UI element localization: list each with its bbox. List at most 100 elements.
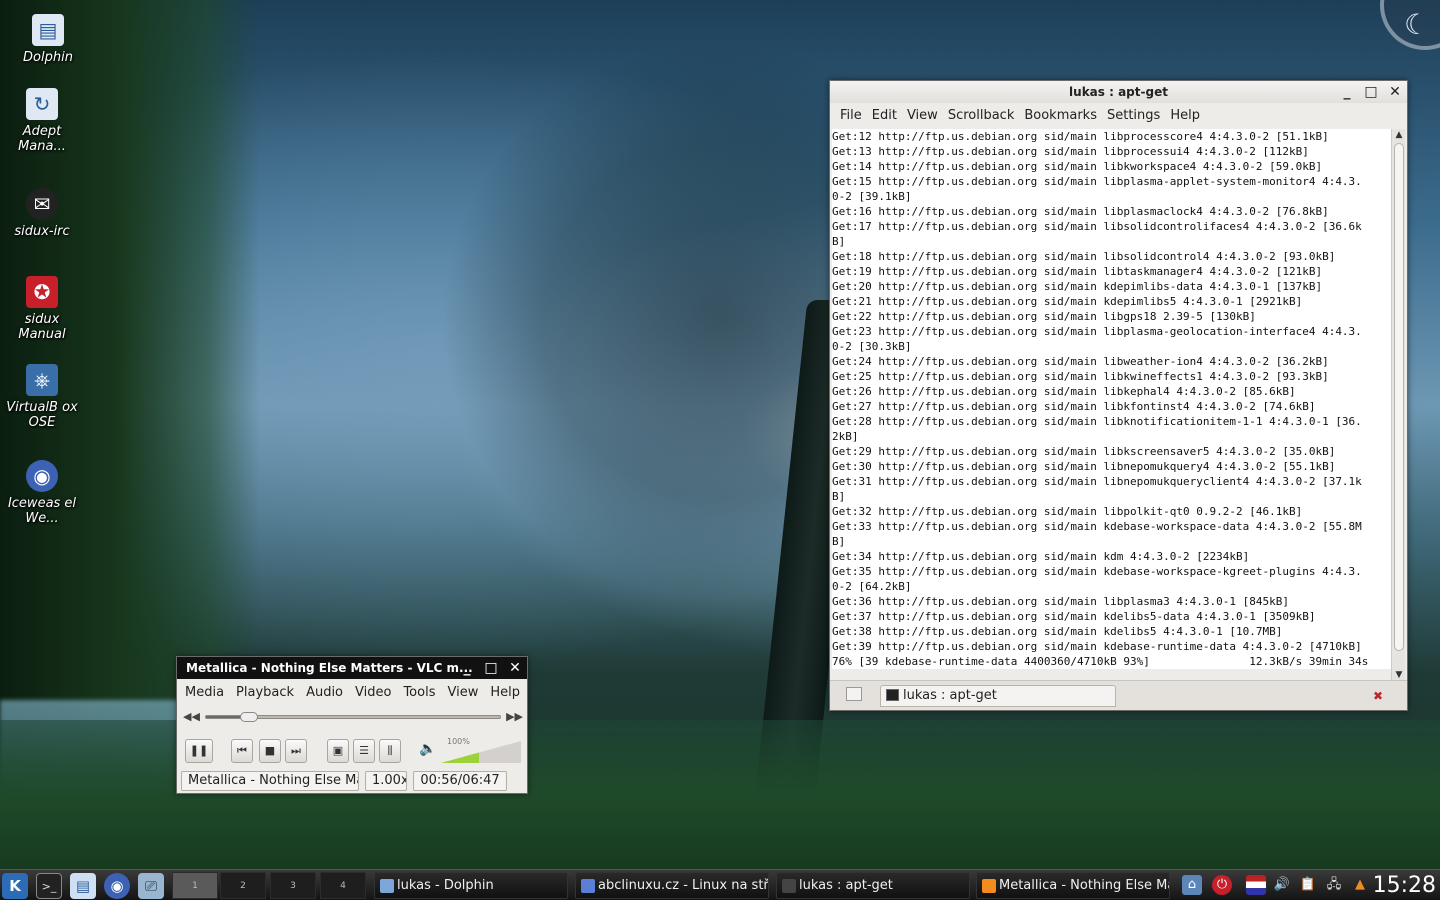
terminal-window[interactable]: lukas : apt-get _ □ ✕ File Edit View Scr… [829, 80, 1408, 711]
minimize-button[interactable]: _ [1339, 83, 1355, 101]
menu-bookmarks[interactable]: Bookmarks [1022, 108, 1105, 123]
menu-scrollback[interactable]: Scrollback [946, 108, 1023, 123]
seek-bar[interactable]: ◀◀ ▶▶ [183, 709, 523, 725]
plasma-toolbox-icon[interactable]: ☾ [1380, 0, 1440, 50]
pager-desktop-3[interactable]: 3 [270, 872, 316, 899]
browser-icon [581, 879, 595, 893]
next-button[interactable]: ⏭ [285, 739, 307, 763]
maximize-button[interactable]: □ [483, 659, 499, 677]
menu-video[interactable]: Video [355, 685, 391, 700]
task-label: abclinuxu.cz - Linux na stří [598, 878, 769, 893]
fullscreen-button[interactable]: ▣ [327, 739, 349, 763]
menu-tools[interactable]: Tools [403, 685, 435, 700]
terminal-titlebar[interactable]: lukas : apt-get _ □ ✕ [830, 81, 1407, 103]
virtualbox-icon: ⎈ [26, 364, 58, 396]
volume-icon[interactable]: 🔊 [1272, 875, 1292, 895]
terminal-line: Get:28 http://ftp.us.debian.org sid/main… [832, 415, 1362, 428]
terminal-line: B] [832, 535, 846, 548]
terminal-output[interactable]: Get:12 http://ftp.us.debian.org sid/main… [832, 129, 1392, 669]
adept-icon: ↻ [26, 88, 58, 120]
previous-button[interactable]: ⏮ [231, 739, 253, 763]
terminal-line: Get:33 http://ftp.us.debian.org sid/main… [832, 520, 1362, 533]
terminal-line: Get:18 http://ftp.us.debian.org sid/main… [832, 250, 1336, 263]
network-launcher-icon[interactable]: ⎚ [138, 873, 164, 899]
menu-view[interactable]: View [447, 685, 478, 700]
network-icon[interactable]: 🖧 [1324, 875, 1344, 895]
terminal-icon [782, 879, 796, 893]
terminal-scrollbar[interactable]: ▲ ▼ [1391, 129, 1405, 681]
logout-icon[interactable]: ⏻ [1212, 875, 1232, 895]
task-terminal[interactable]: lukas : apt-get [776, 872, 970, 899]
lock-screen-icon[interactable]: ⌂ [1182, 875, 1202, 895]
clock[interactable]: 15:28 [1373, 870, 1436, 900]
extended-settings-button[interactable]: ⫼ [379, 739, 401, 763]
new-tab-icon[interactable] [846, 687, 862, 701]
task-browser[interactable]: abclinuxu.cz - Linux na stří [575, 872, 769, 899]
terminal-line: Get:17 http://ftp.us.debian.org sid/main… [832, 220, 1362, 233]
desktop-icon-label: Adept Mana... [18, 124, 66, 154]
terminal-line: Get:34 http://ftp.us.debian.org sid/main… [832, 550, 1250, 563]
pager-desktop-1[interactable]: 1 [172, 872, 218, 899]
menu-edit[interactable]: Edit [870, 108, 905, 123]
playlist-button[interactable]: ☰ [353, 739, 375, 763]
terminal-line: B] [832, 490, 846, 503]
task-vlc[interactable]: Metallica - Nothing Else Ma [976, 872, 1170, 899]
kde-menu-icon[interactable]: K [2, 873, 28, 899]
vlc-window[interactable]: Metallica - Nothing Else Matters - VLC m… [176, 656, 528, 794]
scroll-up-icon[interactable]: ▲ [1393, 129, 1405, 141]
stop-button[interactable]: ■ [259, 739, 281, 763]
pause-button[interactable]: ❚❚ [185, 739, 213, 763]
pager-desktop-2[interactable]: 2 [220, 872, 266, 899]
desktop-icon-virtualbox[interactable]: ⎈ VirtualB ox OSE [6, 364, 78, 430]
terminal-line: Get:32 http://ftp.us.debian.org sid/main… [832, 505, 1303, 518]
menu-view[interactable]: View [905, 108, 946, 123]
terminal-menubar: File Edit View Scrollback Bookmarks Sett… [830, 103, 1407, 127]
scrollbar-thumb[interactable] [1394, 143, 1404, 651]
desktop-icon-sidux-manual[interactable]: ✪ sidux Manual [6, 276, 78, 342]
playback-speed[interactable]: 1.00x [365, 771, 407, 791]
faster-icon[interactable]: ▶▶ [506, 710, 523, 723]
dolphin-icon: ▤ [32, 14, 64, 46]
maximize-button[interactable]: □ [1363, 83, 1379, 101]
menu-help[interactable]: Help [490, 685, 520, 700]
desktop-icon-iceweasel[interactable]: ◉ Iceweas el We... [6, 460, 78, 526]
terminal-line: Get:35 http://ftp.us.debian.org sid/main… [832, 565, 1362, 578]
close-button[interactable]: ✕ [1387, 83, 1403, 101]
browser-launcher-icon[interactable]: ◉ [104, 873, 130, 899]
desktop-icon-label: sidux-irc [14, 224, 70, 239]
desktop-icon-sidux-irc[interactable]: ✉ sidux-irc [6, 188, 78, 239]
minimize-button[interactable]: _ [459, 659, 475, 677]
desktop-icon-dolphin[interactable]: ▤ Dolphin [12, 14, 84, 65]
window-title: lukas : apt-get [1069, 85, 1168, 99]
menu-playback[interactable]: Playback [236, 685, 294, 700]
close-tab-icon[interactable]: ✖ [1373, 689, 1387, 703]
menu-file[interactable]: File [838, 108, 870, 123]
volume-percent: 100% [447, 737, 470, 746]
seek-handle[interactable] [239, 712, 258, 722]
pager-desktop-4[interactable]: 4 [320, 872, 366, 899]
seek-track[interactable] [205, 712, 501, 722]
menu-media[interactable]: Media [185, 685, 224, 700]
manual-icon: ✪ [26, 276, 58, 308]
terminal-tab[interactable]: lukas : apt-get [880, 685, 1116, 707]
file-manager-launcher-icon[interactable]: ▤ [70, 873, 96, 899]
terminal-line: Get:36 http://ftp.us.debian.org sid/main… [832, 595, 1289, 608]
speaker-icon[interactable]: 🔈 [419, 741, 436, 757]
time-display[interactable]: 00:56/06:47 [413, 771, 507, 791]
task-dolphin[interactable]: lukas - Dolphin [374, 872, 568, 899]
menu-help[interactable]: Help [1168, 108, 1208, 123]
slower-icon[interactable]: ◀◀ [183, 710, 200, 723]
menu-settings[interactable]: Settings [1105, 108, 1168, 123]
clipboard-icon[interactable]: 📋 [1298, 875, 1318, 895]
volume-slider[interactable]: 100% [441, 737, 521, 763]
close-button[interactable]: ✕ [507, 659, 523, 677]
terminal-line: Get:16 http://ftp.us.debian.org sid/main… [832, 205, 1329, 218]
irc-icon: ✉ [26, 188, 58, 220]
vlc-titlebar[interactable]: Metallica - Nothing Else Matters - VLC m… [177, 657, 527, 679]
terminal-line: Get:14 http://ftp.us.debian.org sid/main… [832, 160, 1323, 173]
konsole-launcher-icon[interactable]: >_ [36, 873, 62, 899]
menu-audio[interactable]: Audio [306, 685, 343, 700]
keyboard-layout-flag-icon[interactable] [1246, 875, 1266, 895]
desktop-icon-adept[interactable]: ↻ Adept Mana... [6, 88, 78, 154]
vlc-tray-icon[interactable]: ▲ [1350, 875, 1370, 895]
